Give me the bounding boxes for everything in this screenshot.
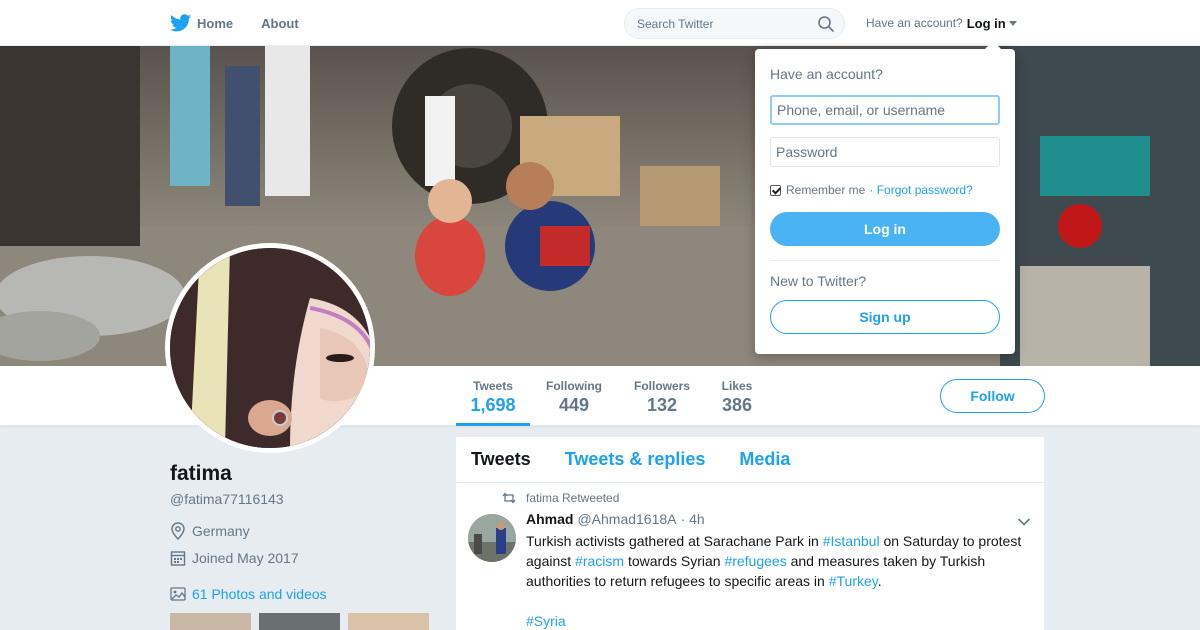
home-label: Home (197, 15, 234, 31)
divider (770, 260, 1000, 261)
tweet-text: Turkish activists gathered at Sarachane … (526, 531, 1031, 630)
photo-thumbnail[interactable] (348, 613, 429, 630)
photo-thumbnail[interactable] (259, 613, 340, 630)
retweet-text[interactable]: fatima Retweeted (526, 491, 619, 505)
retweet-context: fatima Retweeted (502, 491, 619, 505)
top-navigation-bar: Home About Search Twitter Have an accoun… (0, 0, 1200, 46)
hashtag-link[interactable]: #Istanbul (823, 533, 880, 549)
tweet-text-segment: towards Syrian (624, 553, 725, 569)
tab-tweets[interactable]: Tweets (471, 449, 531, 470)
chevron-down-icon[interactable] (1017, 517, 1031, 527)
password-placeholder: Password (776, 144, 838, 160)
about-label: About (261, 15, 299, 31)
hashtag-link[interactable]: #Syria (526, 613, 566, 629)
retweet-icon (502, 492, 516, 504)
hashtag-link[interactable]: #refugees (724, 553, 786, 569)
nav-about-link[interactable]: About (261, 16, 299, 31)
tweet-author-avatar[interactable] (468, 514, 516, 562)
profile-name[interactable]: fatima (170, 462, 232, 486)
search-input[interactable]: Search Twitter (624, 8, 845, 39)
password-field[interactable]: Password (770, 137, 1000, 167)
photos-link-text[interactable]: 61 Photos and videos (192, 586, 327, 602)
twitter-bird-icon (170, 14, 191, 32)
stat-value: 449 (558, 395, 590, 415)
tab-media[interactable]: Media (739, 449, 790, 470)
profile-avatar[interactable] (165, 243, 375, 453)
have-account-text: Have an account? (866, 16, 963, 30)
stat-followers[interactable]: Followers 132 (629, 366, 695, 426)
stat-label: Tweets (473, 379, 513, 393)
follow-button[interactable]: Follow (940, 379, 1045, 413)
tweet-text-segment: . (877, 573, 882, 589)
profile-handle[interactable]: @fatima77116143 (170, 491, 284, 507)
username-field[interactable]: Phone, email, or username (770, 95, 1000, 125)
calendar-icon (170, 551, 186, 566)
stat-label: Following (546, 379, 602, 393)
profile-joined: Joined May 2017 (170, 550, 299, 566)
nav-left: Home About (170, 0, 327, 46)
location-text: Germany (192, 523, 250, 539)
avatar-photo (170, 248, 370, 448)
profile-location: Germany (170, 522, 250, 540)
new-to-twitter-text: New to Twitter? (770, 273, 867, 289)
username-placeholder: Phone, email, or username (777, 102, 946, 118)
tweet-body: Turkish activists gathered at Sarachane … (526, 533, 1021, 589)
login-button[interactable]: Log in (770, 212, 1000, 246)
stat-following[interactable]: Following 449 (540, 366, 608, 426)
timeline-tabs: Tweets Tweets & replies Media (456, 437, 1044, 483)
joined-text: Joined May 2017 (192, 550, 299, 566)
login-link[interactable]: Log in (967, 16, 1006, 31)
hashtag-link[interactable]: #Turkey (829, 573, 878, 589)
forgot-password-link[interactable]: · Forgot password? (869, 183, 972, 197)
remember-me-checkbox[interactable] (770, 184, 781, 196)
hashtag-link[interactable]: #racism (575, 553, 624, 569)
tweet-text-segment: Turkish activists gathered at Sarachane … (526, 533, 823, 549)
stat-value: 132 (646, 395, 678, 415)
stat-value: 386 (721, 395, 753, 415)
location-pin-icon (171, 522, 185, 540)
remember-me-label[interactable]: Remember me (786, 183, 865, 197)
caret-down-icon (1008, 20, 1017, 26)
login-dropdown: Have an account? Phone, email, or userna… (755, 41, 1015, 354)
signup-button[interactable]: Sign up (770, 300, 1000, 334)
tweet-author-name[interactable]: Ahmad (526, 511, 573, 527)
tab-tweets-replies[interactable]: Tweets & replies (565, 449, 706, 470)
tweet-timestamp[interactable]: · 4h (681, 511, 705, 527)
login-dropdown-title: Have an account? (770, 66, 883, 82)
stat-likes[interactable]: Likes 386 (717, 366, 757, 426)
image-icon (170, 587, 186, 601)
photos-videos-link[interactable]: 61 Photos and videos (170, 586, 327, 602)
remember-me-row: Remember me · Forgot password? (770, 183, 973, 197)
tweet-header: Ahmad @Ahmad1618A · 4h (526, 511, 705, 527)
stat-value: 1,698 (470, 395, 516, 415)
search-placeholder: Search Twitter (637, 16, 714, 31)
stat-label: Likes (721, 379, 753, 393)
nav-home-link[interactable]: Home (170, 14, 233, 32)
login-menu-toggle[interactable]: Have an account? Log in (866, 0, 1017, 46)
tweet-author-handle[interactable]: @Ahmad1618A (577, 511, 676, 527)
timeline: Tweets Tweets & replies Media fatima Ret… (456, 437, 1044, 630)
author-avatar-photo (468, 514, 516, 562)
stat-label: Followers (633, 379, 690, 393)
stat-tweets[interactable]: Tweets 1,698 (456, 366, 530, 426)
photo-thumbnail[interactable] (170, 613, 251, 630)
search-icon[interactable] (818, 15, 834, 32)
